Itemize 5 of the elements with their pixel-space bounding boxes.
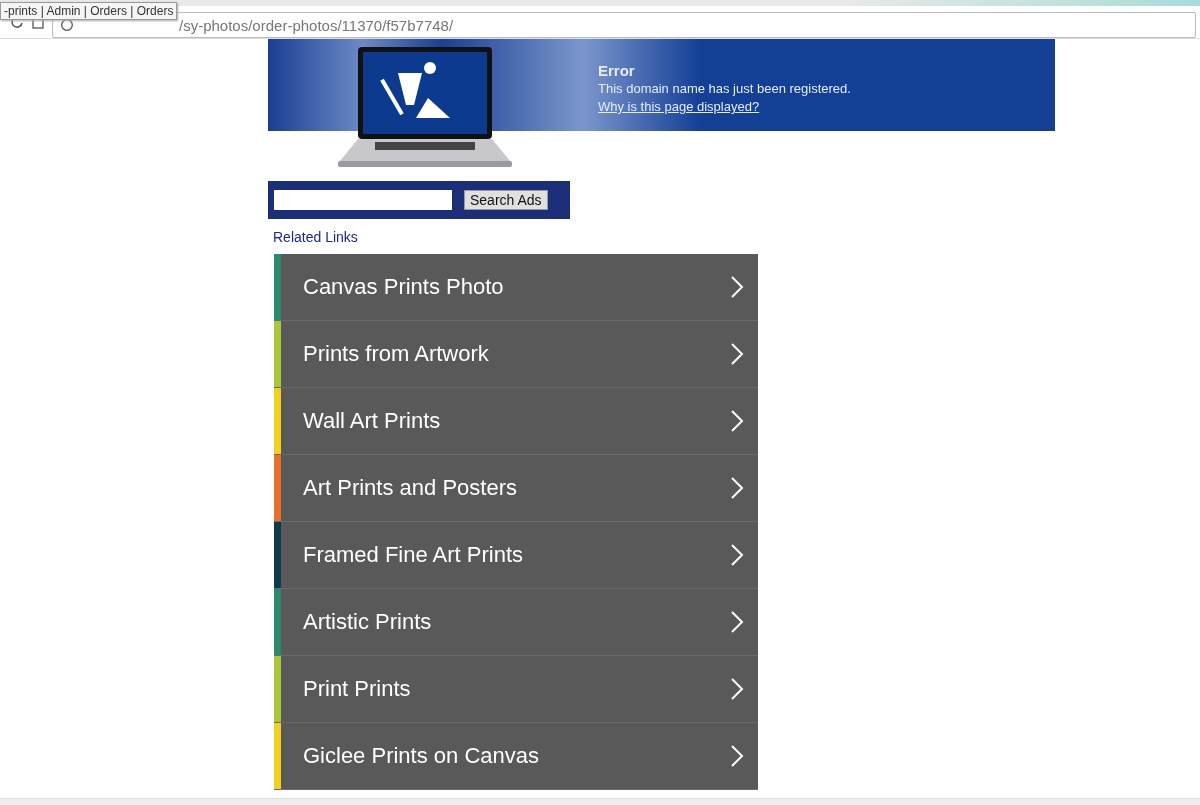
error-title: Error [598,62,636,80]
error-message: This domain name has just been registered. [598,80,851,98]
url-text: /sy-photos/order-photos/11370/f57b7748/ [179,16,454,34]
related-links-heading: Related Links [273,229,359,247]
tooltip: -prints | Admin | Orders | Orders [0,2,178,20]
